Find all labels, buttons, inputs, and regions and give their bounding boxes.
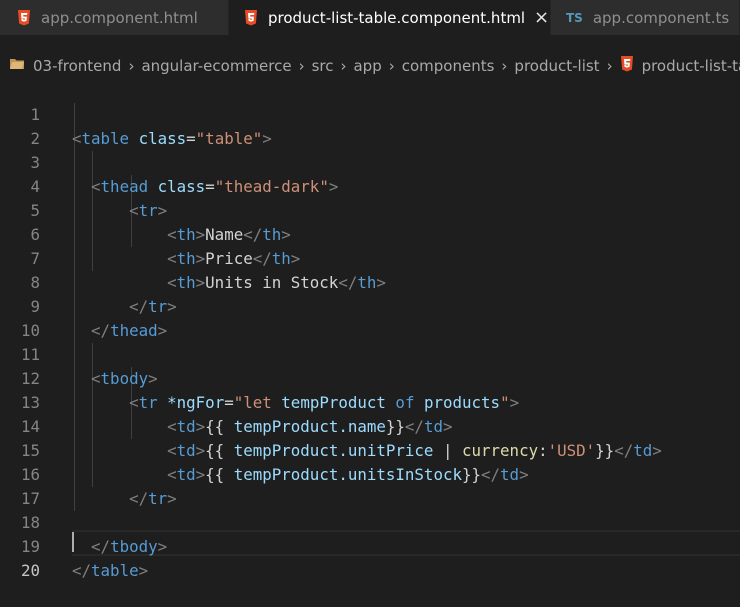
code-line: 1 <table class="table"> (0, 79, 740, 148)
code-line: 4 <tr> (0, 151, 740, 220)
code-line: 16 </tr> (0, 439, 740, 508)
code-line: 14 <td>{{ tempProduct.unitPrice | curren… (0, 391, 740, 460)
code-line: 7 <th>Units in Stock</th> (0, 223, 740, 292)
text-cursor (72, 532, 74, 552)
code-line: 12 <tr *ngFor="let tempProduct of produc… (0, 343, 740, 412)
code-line: 5 <th>Name</th> (0, 175, 740, 244)
chevron-right-icon: › (501, 57, 508, 75)
chevron-right-icon: › (606, 57, 613, 75)
tab-app-component-ts[interactable]: TS app.component.ts (551, 0, 740, 35)
tab-app-component-html[interactable]: app.component.html (0, 0, 229, 35)
breadcrumb-item-src[interactable]: src (312, 57, 334, 75)
ts-icon: TS (566, 10, 583, 25)
chevron-right-icon: › (298, 57, 305, 75)
code-line: 11 <tbody> (0, 319, 740, 388)
breadcrumb-item-03-frontend[interactable]: 03-frontend (9, 57, 121, 75)
breadcrumb-item-file[interactable]: product-list-table.component.html (620, 56, 740, 76)
code-line: 9 </thead> (0, 271, 740, 340)
html5-icon (244, 9, 258, 26)
html5-icon (620, 56, 634, 76)
editor-tab-bar: app.component.html product-list-table.co… (0, 0, 740, 35)
code-line: 6 <th>Price</th> (0, 199, 740, 268)
code-line: 10 (0, 295, 740, 340)
code-line: 2 (0, 103, 740, 148)
tab-label: app.component.ts (592, 8, 730, 27)
breadcrumb-item-components[interactable]: components (402, 57, 495, 75)
code-line: 17 (0, 463, 740, 508)
code-line: 20 (0, 535, 740, 580)
code-line: 18 </tbody> (0, 487, 740, 556)
chevron-right-icon: › (388, 57, 395, 75)
code-line: 19 </table> (0, 511, 740, 580)
tab-label: app.component.html (41, 8, 198, 27)
code-line: 3 <thead class="thead-dark"> (0, 127, 740, 196)
chevron-right-icon: › (340, 57, 347, 75)
breadcrumb: 03-frontend › angular-ecommerce › src › … (0, 55, 740, 77)
folder-icon (9, 57, 25, 75)
code-line: 13 <td>{{ tempProduct.name}}</td> (0, 367, 740, 436)
chevron-right-icon: › (128, 57, 135, 75)
tab-label: product-list-table.component.html (268, 8, 526, 27)
html5-icon (17, 9, 31, 26)
code-line: 8 </tr> (0, 247, 740, 316)
tab-product-list-table-component-html[interactable]: product-list-table.component.html × (229, 0, 551, 35)
code-line: 15 <td>{{ tempProduct.unitsInStock}}</td… (0, 415, 740, 484)
breadcrumb-item-angular-ecommerce[interactable]: angular-ecommerce (141, 57, 291, 75)
close-icon[interactable]: × (533, 7, 550, 28)
breadcrumb-item-app[interactable]: app (353, 57, 381, 75)
line-number: 20 (20, 561, 40, 580)
code-editor[interactable]: 1 <table class="table"> 2 3 <thead class… (0, 79, 740, 598)
breadcrumb-item-product-list[interactable]: product-list (514, 57, 599, 75)
